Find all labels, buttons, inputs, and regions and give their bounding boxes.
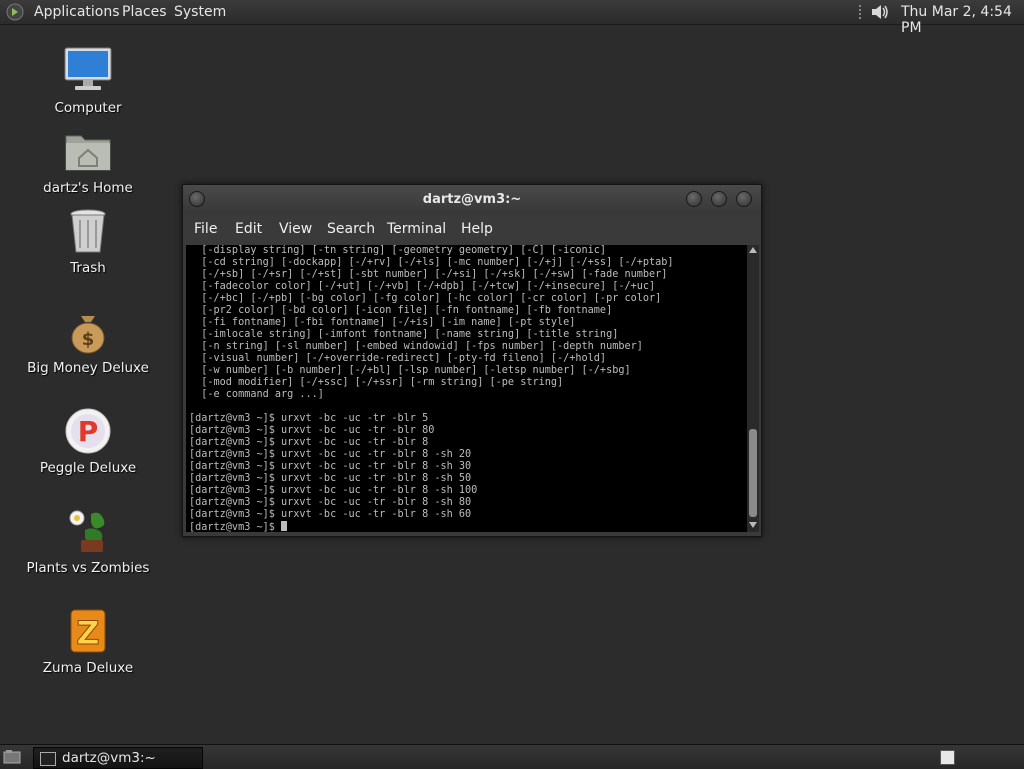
scroll-up-arrow-icon[interactable] [749,247,757,253]
taskbar-item-label: dartz@vm3:~ [62,750,156,766]
top-panel: Applications Places System Thu Mar 2, 4:… [0,0,1024,36]
desktop-icon-plants-zombies[interactable]: Plants vs Zombies [18,506,158,576]
menu-file[interactable]: File [194,221,217,237]
desktop-icon-trash[interactable]: Trash [18,206,158,276]
terminal-line: [-/+bc] [-/+pb] [-bg color] [-fg color] … [189,293,662,304]
menu-places[interactable]: Places [122,4,167,20]
desktop-icon-label: Zuma Deluxe [42,660,134,676]
terminal-menubar: File Edit View Search Terminal Help [183,217,761,241]
menu-edit[interactable]: Edit [235,221,262,237]
menu-system[interactable]: System [174,4,226,20]
terminal-line: [dartz@vm3 ~]$ urxvt -bc -uc -tr -blr 8 … [189,461,472,472]
tray-handle-icon[interactable] [858,3,862,21]
terminal-line: [dartz@vm3 ~]$ urxvt -bc -uc -tr -blr 5 [189,413,429,424]
svg-text:$: $ [82,329,95,350]
terminal-scrollbar[interactable] [747,245,759,532]
desktop-icon-label: dartz's Home [43,180,133,196]
terminal-line: [-display string] [-tn string] [-geometr… [189,245,607,256]
gnome-foot-icon[interactable] [6,3,24,21]
terminal-line: [dartz@vm3 ~]$ urxvt -bc -uc -tr -blr 8 … [189,449,472,460]
terminal-line: [-visual number] [-/+override-redirect] … [189,353,607,364]
terminal-line: [-pr2 color] [-bd color] [-icon file] [-… [189,305,613,316]
money-bag-icon: $ [71,316,105,354]
svg-text:Z: Z [76,614,99,652]
terminal-icon [40,752,56,766]
desktop-icon-label: Peggle Deluxe [39,460,137,476]
maximize-button[interactable] [711,191,727,207]
terminal-line: [-n string] [-sl number] [-embed windowi… [189,341,643,352]
terminal-line: [-cd string] [-dockapp] [-/+rv] [-/+ls] … [189,257,674,268]
close-button[interactable] [736,191,752,207]
menu-applications[interactable]: Applications [34,4,120,20]
menu-view[interactable]: View [279,221,312,237]
desktop-icon-label: Trash [70,260,106,276]
desktop-icon-home[interactable]: dartz's Home [18,126,158,196]
terminal-window[interactable]: dartz@vm3:~ File Edit View Search Termin… [182,184,762,537]
terminal-text: [-display string] [-tn string] [-geometr… [189,245,674,532]
desktop-icon-computer[interactable]: Computer [18,46,158,116]
menu-help[interactable]: Help [461,221,493,237]
svg-text:P: P [78,415,99,448]
show-desktop-icon[interactable] [3,748,21,766]
computer-icon [64,47,112,90]
menu-terminal[interactable]: Terminal [387,221,446,237]
menu-search[interactable]: Search [327,221,375,237]
terminal-cursor [281,521,288,531]
terminal-line: [dartz@vm3 ~]$ urxvt -bc -uc -tr -blr 8 … [189,509,472,520]
trash-icon [70,209,106,253]
zuma-icon: Z [70,609,106,653]
plants-zombies-icon [69,510,105,552]
clock[interactable]: Thu Mar 2, 4:54 PM [901,4,1024,36]
minimize-button[interactable] [686,191,702,207]
desktop-icon-label: Computer [54,100,122,116]
terminal-line: [-fi fontname] [-fbi fontname] [-/+is] [… [189,317,576,328]
window-title: dartz@vm3:~ [422,192,522,207]
bottom-panel: dartz@vm3:~ [0,744,1024,769]
terminal-line: [-fadecolor color] [-/+ut] [-/+vb] [-/+d… [189,281,656,292]
desktop-icon-big-money[interactable]: $ Big Money Deluxe [18,306,158,376]
terminal-line: [dartz@vm3 ~]$ urxvt -bc -uc -tr -blr 80 [189,425,435,436]
terminal-line: [-w number] [-b number] [-/+bl] [-lsp nu… [189,365,631,376]
terminal-line: [-imlocale string] [-imfont fontname] [-… [189,329,619,340]
volume-icon[interactable] [869,1,891,23]
terminal-line: [-mod modifier] [-/+ssc] [-/+ssr] [-rm s… [189,377,564,388]
terminal-line: [dartz@vm3 ~]$ urxvt -bc -uc -tr -blr 8 … [189,473,472,484]
terminal-line: [dartz@vm3 ~]$ urxvt -bc -uc -tr -blr 8 [189,437,429,448]
scroll-down-arrow-icon[interactable] [749,522,757,528]
desktop-icon-label: Plants vs Zombies [26,560,150,576]
peggle-icon: P [65,408,111,454]
home-folder-icon [65,135,111,171]
desktop-icon-zuma[interactable]: Z Zuma Deluxe [18,606,158,676]
terminal-line: [dartz@vm3 ~]$ [189,521,674,532]
terminal-line: [-/+sb] [-/+sr] [-/+st] [-sbt number] [-… [189,269,668,280]
terminal-output[interactable]: [-display string] [-tn string] [-geometr… [186,245,747,532]
taskbar-item-terminal[interactable]: dartz@vm3:~ [33,747,203,769]
terminal-line: [dartz@vm3 ~]$ urxvt -bc -uc -tr -blr 8 … [189,497,472,508]
desktop-icon-peggle[interactable]: P Peggle Deluxe [18,406,158,476]
workspace-switcher[interactable] [940,750,955,765]
desktop-icon-label: Big Money Deluxe [27,360,149,376]
window-titlebar[interactable]: dartz@vm3:~ [183,185,761,213]
scroll-thumb[interactable] [749,429,757,517]
terminal-line: [-e command arg ...] [189,389,324,400]
terminal-line: [dartz@vm3 ~]$ urxvt -bc -uc -tr -blr 8 … [189,485,478,496]
